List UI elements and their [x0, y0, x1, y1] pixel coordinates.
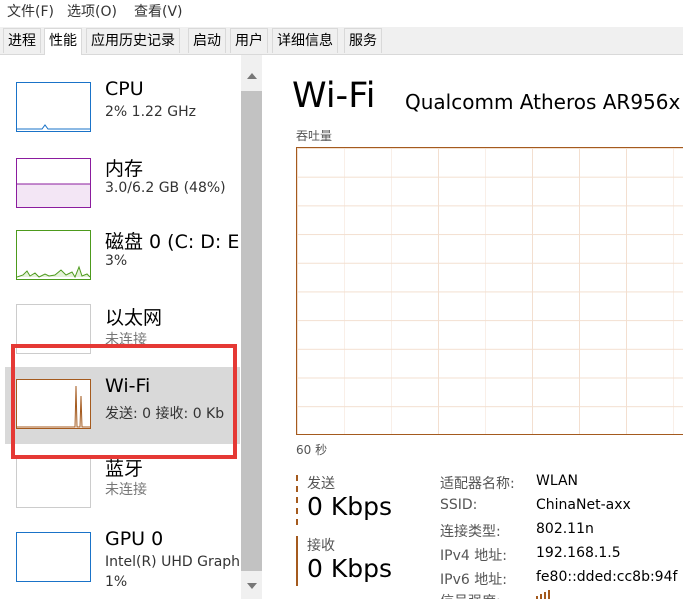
graph-label: 吞吐量: [296, 129, 333, 143]
property-key: SSID:: [440, 497, 478, 513]
page-title: Wi-Fi: [292, 76, 376, 116]
property-value: 192.168.1.5: [536, 545, 621, 561]
tab-bar: 进程 性能 应用历史记录 启动 用户 详细信息 服务: [0, 27, 683, 55]
receive-label: 接收: [307, 538, 335, 554]
sidebar-item-value-2: 1%: [105, 574, 128, 590]
property-value: ChinaNet-axx: [536, 497, 631, 513]
property-value: 802.11n: [536, 521, 594, 537]
property-key: IPv6 地址:: [440, 572, 507, 588]
menu-file[interactable]: 文件(F): [7, 1, 54, 21]
sidebar-item-cpu[interactable]: CPU 2% 1.22 GHz: [0, 72, 240, 148]
memory-thumbnail-graph: [16, 158, 91, 208]
sidebar-item-value: Intel(R) UHD Graph: [105, 554, 241, 570]
bluetooth-thumbnail-graph: [16, 458, 91, 508]
signal-strength-icon: [536, 590, 550, 599]
disk-thumbnail-graph: [16, 230, 91, 280]
property-key: 连接类型:: [440, 524, 501, 540]
scroll-down-icon[interactable]: [245, 581, 259, 591]
scroll-up-icon[interactable]: [245, 71, 259, 81]
tab-processes[interactable]: 进程: [3, 28, 41, 53]
sidebar-item-label: CPU: [105, 78, 144, 100]
menu-options[interactable]: 选项(O): [67, 1, 117, 21]
send-indicator: [296, 475, 298, 525]
tab-users[interactable]: 用户: [230, 28, 268, 53]
property-key: 信号强度:: [440, 591, 501, 599]
receive-indicator: [296, 536, 298, 586]
property-value: fe80::dded:cc8b:94f: [536, 569, 678, 585]
tab-services[interactable]: 服务: [344, 28, 382, 53]
menu-view[interactable]: 查看(V): [134, 1, 183, 21]
sidebar-item-memory[interactable]: 内存 3.0/6.2 GB (48%): [0, 148, 240, 224]
property-key: IPv4 地址:: [440, 548, 507, 564]
sidebar-item-label: 以太网: [105, 307, 163, 329]
tab-startup[interactable]: 启动: [188, 28, 226, 53]
tab-app-history[interactable]: 应用历史记录: [86, 28, 180, 53]
sidebar-item-value: 3.0/6.2 GB (48%): [105, 180, 226, 196]
resource-sidebar: CPU 2% 1.22 GHz 内存 3.0/6.2 GB (48%) 磁盘 0…: [0, 55, 262, 599]
menu-bar: 文件(F) 选项(O) 查看(V): [0, 0, 683, 22]
adapter-name: Qualcomm Atheros AR956x W: [405, 90, 683, 114]
time-axis-label: 60 秒: [296, 443, 328, 457]
sidebar-item-label: GPU 0: [105, 528, 164, 550]
gpu-thumbnail-graph: [16, 532, 91, 582]
sidebar-item-label: 内存: [105, 158, 144, 180]
sidebar-item-disk[interactable]: 磁盘 0 (C: D: E: 3%: [0, 224, 246, 300]
send-label: 发送: [307, 476, 335, 492]
sidebar-item-value: 3%: [105, 253, 128, 269]
sidebar-item-value: 未连接: [105, 482, 147, 498]
sidebar-item-value: 2% 1.22 GHz: [105, 104, 197, 120]
tab-performance[interactable]: 性能: [44, 28, 82, 55]
property-value: WLAN: [536, 473, 579, 489]
receive-value: 0 Kbps: [307, 554, 393, 583]
cpu-thumbnail-graph: [16, 82, 91, 132]
throughput-graph: [296, 147, 683, 435]
send-value: 0 Kbps: [307, 492, 393, 521]
tab-details[interactable]: 详细信息: [272, 28, 338, 53]
sidebar-item-label: 磁盘 0 (C: D: E:: [105, 231, 246, 253]
highlight-box: [11, 344, 237, 459]
sidebar-scrollbar-thumb[interactable]: [241, 91, 262, 571]
property-key: 适配器名称:: [440, 476, 515, 492]
sidebar-item-gpu[interactable]: GPU 0 Intel(R) UHD Graph 1%: [0, 520, 240, 599]
